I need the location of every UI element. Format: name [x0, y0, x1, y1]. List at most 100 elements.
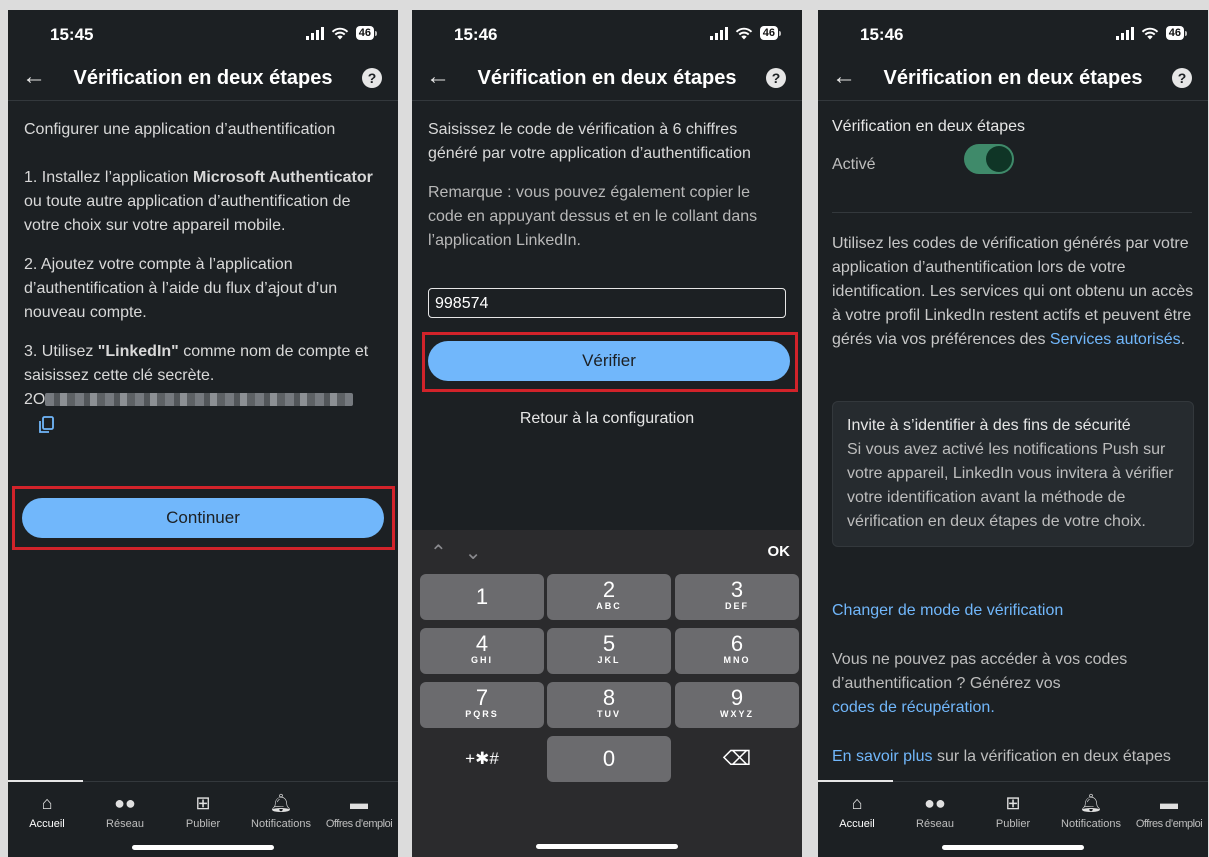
help-icon[interactable]: ?: [1172, 68, 1192, 88]
key-digit: 0: [602, 746, 616, 771]
nav-jobs[interactable]: ▬ Offres d’emploi: [320, 792, 398, 830]
battery-icon: 46: [1165, 26, 1188, 40]
nav-notifications[interactable]: 🔔︎ Notifications: [1052, 792, 1130, 830]
briefcase-icon: ▬: [1160, 793, 1178, 813]
backspace-icon: ⌫: [722, 748, 752, 770]
verify-button[interactable]: Vérifier: [428, 341, 790, 381]
people-icon: ●●: [924, 793, 946, 813]
help-icon[interactable]: ?: [362, 68, 382, 88]
key-letters: PQRS: [465, 709, 499, 719]
key-7[interactable]: 7 PQRS: [420, 682, 544, 728]
bottom-navigation: ⌂ Accueil ●● Réseau ⊞ Publier 🔔︎ Notificatio…: [818, 780, 1208, 857]
nav-jobs[interactable]: ▬ Offres d’emploi: [1130, 792, 1208, 830]
active-tab-indicator: [818, 780, 893, 782]
key-digit: 5: [602, 631, 616, 656]
wifi-icon: [331, 27, 348, 40]
step-1: 1. Installez l’application Microsoft Aut…: [24, 166, 382, 238]
home-icon: ⌂: [41, 793, 53, 813]
app-bar: ← Vérification en deux étapes ?: [8, 56, 398, 101]
change-mode-link[interactable]: Changer de mode de vérification: [832, 602, 1063, 620]
people-icon: ●●: [114, 793, 136, 813]
nav-network-label: Réseau: [106, 818, 144, 830]
nav-home[interactable]: ⌂ Accueil: [8, 792, 86, 830]
authorized-services-link[interactable]: Services autorisés: [1050, 331, 1181, 348]
nav-notifications[interactable]: 🔔︎ Notifications: [242, 792, 320, 830]
briefcase-icon: ▬: [350, 793, 368, 813]
app-bar: ← Vérification en deux étapes ?: [412, 56, 802, 101]
page-title: Vérification en deux étapes: [883, 67, 1143, 89]
copy-icon[interactable]: [38, 416, 54, 434]
key-3[interactable]: 3 DEF: [675, 574, 799, 620]
key-9[interactable]: 9 WXYZ: [675, 682, 799, 728]
nav-network-label: Réseau: [916, 818, 954, 830]
divider: [832, 212, 1192, 213]
key-0[interactable]: 0: [547, 736, 671, 782]
verification-code-input[interactable]: 998574: [428, 288, 786, 318]
key-letters: ABC: [596, 601, 622, 611]
plus-box-icon: ⊞: [195, 793, 211, 813]
nav-post-label: Publier: [185, 818, 221, 830]
status-time: 15:46: [860, 25, 904, 44]
key-digit: 8: [602, 685, 616, 710]
key-1[interactable]: 1: [420, 574, 544, 620]
security-prompt-box: Invite à s’identifier à des fins de sécu…: [832, 401, 1194, 547]
nav-network[interactable]: ●● Réseau: [86, 792, 164, 830]
section-title: Vérification en deux étapes: [832, 118, 1026, 135]
bell-icon: 🔔︎: [1079, 793, 1103, 813]
battery-icon: 46: [355, 26, 378, 40]
key-letters: TUV: [597, 709, 621, 719]
battery-icon: 46: [759, 26, 782, 40]
two-step-toggle[interactable]: [964, 144, 1014, 174]
nav-post[interactable]: ⊞ Publier: [974, 792, 1052, 830]
app-bar: ← Vérification en deux étapes ?: [818, 56, 1208, 101]
key-letters: MNO: [723, 655, 751, 665]
key-5[interactable]: 5 JKL: [547, 628, 671, 674]
nav-home[interactable]: ⌂ Accueil: [818, 792, 896, 830]
screen-two-step-enabled: 15:46 46 ← Vérification en deux étapes ?…: [818, 10, 1208, 857]
nav-jobs-label: Offres d’emploi: [325, 818, 393, 830]
home-indicator: [942, 845, 1084, 850]
description-period: .: [1180, 331, 1186, 348]
home-indicator: [536, 844, 678, 849]
nav-post[interactable]: ⊞ Publier: [164, 792, 242, 830]
step-2: 2. Ajoutez votre compte à l’application …: [24, 256, 338, 321]
bell-icon: 🔔︎: [269, 793, 293, 813]
nav-network[interactable]: ●● Réseau: [896, 792, 974, 830]
key-digit: 3: [730, 577, 744, 602]
key-digit: +✱#: [465, 749, 499, 768]
learn-more-link[interactable]: En savoir plus: [832, 748, 933, 765]
key-symbols[interactable]: +✱#: [420, 736, 544, 782]
continue-button[interactable]: Continuer: [22, 498, 384, 538]
key-2[interactable]: 2 ABC: [547, 574, 671, 620]
step-1-text-end: ou toute autre application d’authentific…: [24, 193, 351, 234]
key-6[interactable]: 6 MNO: [675, 628, 799, 674]
description: Utilisez les codes de vérification génér…: [832, 232, 1194, 352]
step-3: 3. Utilisez "LinkedIn" comme nom de comp…: [24, 340, 382, 388]
recovery-codes-link[interactable]: codes de récupération.: [832, 699, 995, 717]
step-3-account-name: "LinkedIn": [97, 343, 179, 360]
step-1-text: 1. Installez l’application: [24, 169, 193, 186]
screen-enter-code: 15:46 46 ← Vérification en deux étapes ?…: [412, 10, 802, 857]
status-bar: 15:46 46: [818, 10, 1208, 56]
secret-key[interactable]: 2O: [24, 388, 382, 412]
active-tab-indicator: [8, 780, 83, 782]
key-8[interactable]: 8 TUV: [547, 682, 671, 728]
keyboard-ok-button[interactable]: OK: [768, 543, 791, 560]
secret-key-prefix: 2O: [24, 391, 46, 408]
status-time: 15:45: [50, 25, 94, 44]
wifi-icon: [1141, 27, 1158, 40]
nav-home-label: Accueil: [839, 818, 875, 830]
nav-notifications-label: Notifications: [251, 818, 311, 830]
learn-more-text: sur la vérification en deux étapes: [932, 748, 1171, 765]
enter-code-content: Saisissez le code de vérification à 6 ch…: [412, 100, 802, 253]
nav-jobs-label: Offres d’emploi: [1135, 818, 1203, 830]
keyboard-nav-arrows-icon[interactable]: ⌃⌄: [430, 540, 500, 565]
key-letters: GHI: [470, 655, 493, 665]
key-letters: JKL: [597, 655, 621, 665]
step-1-app-name: Microsoft Authenticator: [192, 169, 373, 186]
back-to-config-link[interactable]: Retour à la configuration: [412, 410, 802, 428]
key-delete[interactable]: ⌫: [675, 736, 799, 782]
key-4[interactable]: 4 GHI: [420, 628, 544, 674]
help-icon[interactable]: ?: [766, 68, 786, 88]
key-digit: 4: [475, 631, 489, 656]
